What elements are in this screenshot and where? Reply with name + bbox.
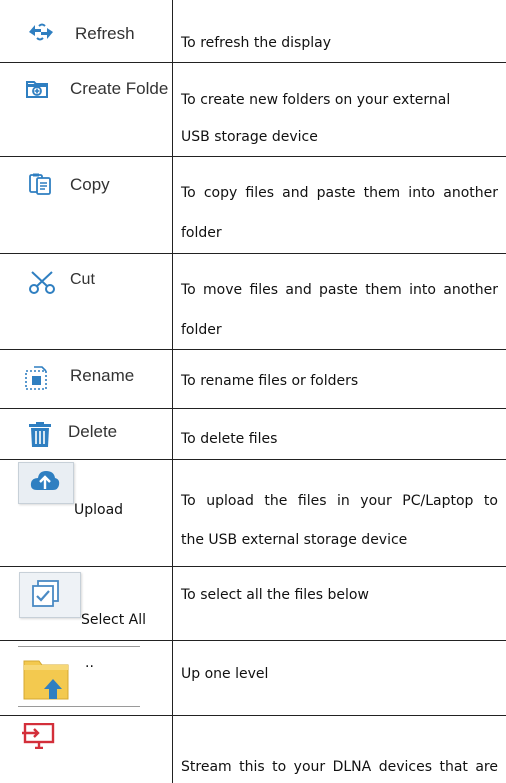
description-text: Stream this to your DLNA devices that ar… — [181, 759, 498, 775]
delete-button-label: Delete — [68, 422, 118, 441]
description-cell: Stream this to your DLNA devices that ar… — [181, 716, 498, 783]
description-text: To refresh the display — [181, 35, 331, 51]
cut-button-label: Cut — [70, 271, 95, 288]
table-row-cut: Cut To move files and paste them into an… — [0, 254, 506, 350]
button-cell: .. — [0, 641, 172, 715]
description-cell: To rename files or folders — [181, 350, 498, 408]
toolbar-reference-table: Refresh To refresh the display Create Fo… — [0, 0, 506, 783]
description-text: To rename files or folders — [181, 373, 359, 389]
rename-button-label: Rename — [70, 366, 135, 385]
description-text: To upload the files in your PC/Laptop to — [181, 493, 498, 509]
description-cell: To create new folders on your external U… — [181, 63, 498, 156]
description-text: folder — [181, 322, 222, 338]
rename-icon — [24, 365, 50, 391]
description-cell: Up one level — [181, 641, 498, 715]
button-cell: Cut — [0, 254, 172, 349]
table-row-select-all: Select All To select all the files below — [0, 567, 506, 641]
table-row-up-level: .. Up one level — [0, 641, 506, 716]
button-cell: Upload — [0, 460, 172, 566]
description-text: the USB external storage device — [181, 532, 408, 548]
dlna-stream-icon — [22, 723, 56, 749]
button-cell: Create Folde — [0, 63, 172, 156]
description-text: To copy files and paste them into anothe… — [181, 185, 498, 201]
description-text: folder — [181, 225, 222, 241]
description-cell: To upload the files in your PC/Laptop to… — [181, 460, 498, 566]
description-cell: To copy files and paste them into anothe… — [181, 157, 498, 253]
description-text: USB storage device — [181, 129, 318, 145]
table-row-create-folder: Create Folde To create new folders on yo… — [0, 63, 506, 157]
copy-button-label: Copy — [70, 175, 110, 194]
description-cell: To move files and paste them into anothe… — [181, 254, 498, 349]
description-text: To delete files — [181, 431, 278, 447]
table-row-dlna-stream: Stream this to your DLNA devices that ar… — [0, 716, 506, 783]
table-row-delete: Delete To delete files — [0, 409, 506, 460]
table-row-copy: Copy To copy files and paste them into a… — [0, 157, 506, 254]
button-cell: Refresh — [0, 0, 172, 62]
description-text: Up one level — [181, 666, 269, 682]
refresh-icon — [26, 22, 56, 42]
cloud-upload-icon — [29, 468, 61, 494]
up-level-button-label: .. — [85, 655, 94, 671]
description-text: To create new folders on your external — [181, 92, 451, 108]
folder-up-icon — [23, 655, 69, 701]
divider-line — [18, 706, 140, 707]
description-cell: To select all the files below — [181, 567, 498, 640]
refresh-button-label: Refresh — [75, 24, 135, 43]
create-folder-icon — [26, 78, 48, 98]
description-cell: To delete files — [181, 409, 498, 459]
description-text: To move files and paste them into anothe… — [181, 282, 498, 298]
scissors-icon — [28, 271, 56, 295]
table-row-rename: Rename To rename files or folders — [0, 350, 506, 409]
button-cell: Delete — [0, 409, 172, 459]
divider-line — [18, 646, 140, 647]
button-cell: Copy — [0, 157, 172, 253]
button-cell: Rename — [0, 350, 172, 408]
button-cell: Select All — [0, 567, 172, 640]
trash-icon — [28, 422, 52, 448]
create-folder-button-label: Create Folde — [70, 79, 169, 98]
upload-button-label: Upload — [74, 502, 124, 518]
copy-icon — [28, 172, 52, 196]
table-row-upload: Upload To upload the files in your PC/La… — [0, 460, 506, 567]
description-text: To select all the files below — [181, 587, 369, 603]
description-cell: To refresh the display — [181, 0, 498, 62]
button-cell — [0, 716, 172, 783]
select-all-icon — [30, 579, 62, 609]
table-row-refresh: Refresh To refresh the display — [0, 0, 506, 63]
select-all-button-label: Select All — [81, 612, 146, 628]
